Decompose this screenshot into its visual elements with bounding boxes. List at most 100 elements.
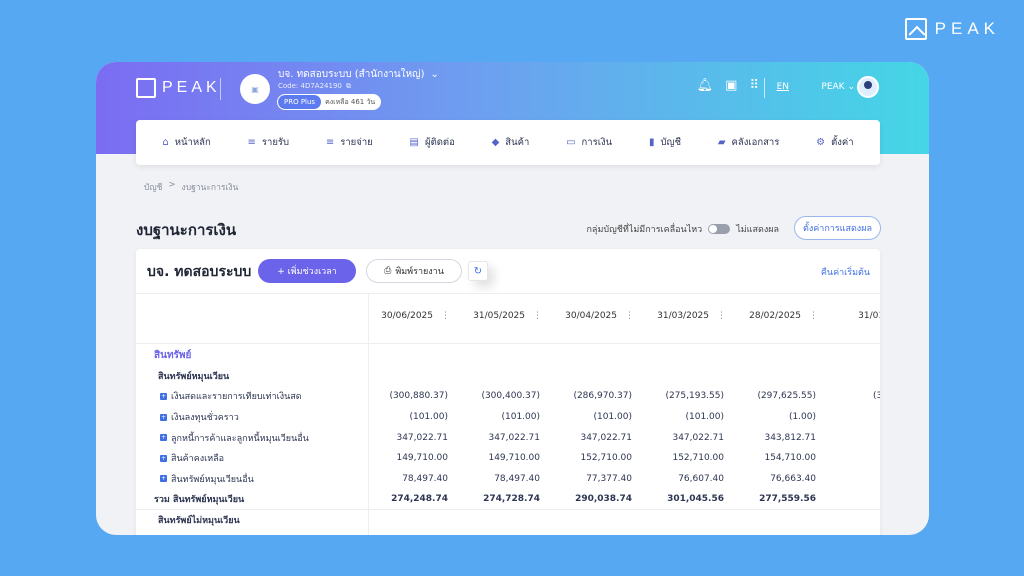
user-name: PEAK <box>821 82 845 92</box>
avatar[interactable] <box>857 76 879 98</box>
copy-icon[interactable]: ⧉ <box>346 82 351 91</box>
date-column-header[interactable]: 31/05/2025 ⋮ <box>460 311 552 321</box>
table-cell[interactable]: 343,812.71 <box>736 433 828 443</box>
main-navigation: ⌂ หน้าหลัก ≡ รายรับ ≡ รายจ่าย ▤ ผู้ติดต่อ ◆ ส… <box>136 120 880 165</box>
date-column-header[interactable]: 31/01/2025 <box>828 311 880 321</box>
language-switch[interactable]: EN <box>777 82 789 92</box>
table-cell[interactable]: 290,038.74 <box>552 494 644 504</box>
refresh-button[interactable]: ↻ <box>468 261 488 281</box>
nav-item-documents[interactable]: ▰ คลังเอกสาร <box>718 135 779 150</box>
plan-badge[interactable]: PRO Plus คงเหลือ 461 วัน <box>277 94 381 110</box>
user-menu[interactable]: PEAK ⌄ <box>821 82 855 92</box>
table-cell[interactable]: (300,400.37) <box>460 391 552 401</box>
company-code: Code: 4D7A24190 ⧉ <box>278 82 351 91</box>
chevron-down-icon: ⌄ <box>430 69 439 80</box>
header-row-border <box>136 343 880 344</box>
table-cell[interactable]: 76,607.40 <box>644 474 736 484</box>
table-cell[interactable]: (300,880.37) <box>368 391 460 401</box>
nav-item-contacts[interactable]: ▤ ผู้ติดต่อ <box>410 135 455 150</box>
table-row: 149,710.00 149,710.00 152,710.00 152,710.00… <box>368 448 880 469</box>
nav-item-home[interactable]: ⌂ หน้าหลัก <box>162 135 210 150</box>
expand-icon[interactable]: + <box>160 475 167 483</box>
inactive-accounts-toggle[interactable] <box>708 224 731 234</box>
table-cell[interactable]: 238,3 <box>828 494 881 504</box>
expand-icon[interactable]: + <box>160 413 167 421</box>
table-cell[interactable]: 152,710.00 <box>552 453 644 463</box>
table-cell[interactable]: 78,497.40 <box>460 474 552 484</box>
table-cell[interactable]: 78,497.40 <box>368 474 460 484</box>
table-cell[interactable]: 274,248.74 <box>368 494 460 504</box>
nav-item-expense[interactable]: ≡ รายจ่าย <box>326 135 373 150</box>
accounting-icon: ▮ <box>648 137 655 148</box>
expand-icon[interactable]: + <box>160 392 167 400</box>
table-row-label[interactable]: + สินค้าคงเหลือ <box>136 448 368 469</box>
table-row-label[interactable]: + เงินสดและรายการเทียบเท่าเงินสด <box>136 386 368 407</box>
table-cell[interactable]: 301,045.56 <box>644 494 736 504</box>
table-cell[interactable]: (101.00) <box>460 412 552 422</box>
table-cell[interactable]: 76,663.40 <box>736 474 828 484</box>
table-cell[interactable]: 277,559.56 <box>736 494 828 504</box>
table-cell[interactable]: 274,728.74 <box>460 494 552 504</box>
table-cell[interactable]: 347,022.71 <box>552 433 644 443</box>
column-menu-icon[interactable]: ⋮ <box>441 311 450 321</box>
outer-brand-name: PEAK <box>934 19 1000 38</box>
print-label: พิมพ์รายงาน <box>395 267 444 277</box>
date-label: 30/06/2025 <box>381 311 433 321</box>
date-column-header[interactable]: 28/02/2025 ⋮ <box>736 311 828 321</box>
print-report-button[interactable]: ⎙ พิมพ์รายงาน <box>366 259 462 283</box>
bell-icon[interactable]: 🔔︎ <box>697 78 714 93</box>
nav-item-settings[interactable]: ⚙ ตั้งค่า <box>816 135 853 150</box>
table-row <box>368 510 880 531</box>
display-settings-button[interactable]: ตั้งค่าการแสดงผล <box>794 216 881 240</box>
date-column-header[interactable]: 30/06/2025 ⋮ <box>368 311 460 321</box>
table-row-label[interactable]: + ลูกหนี้การค้าและลูกหนี้หมุนเวียนอื่น <box>136 427 368 448</box>
company-avatar[interactable]: ▣ <box>240 74 270 104</box>
table-cell[interactable]: (338,82 <box>828 391 880 401</box>
table-cell[interactable]: 347,022.71 <box>644 433 736 443</box>
date-label: 30/04/2025 <box>565 311 617 321</box>
table-cell[interactable]: (297,625.55) <box>736 391 828 401</box>
add-period-button[interactable]: + เพิ่มช่วงเวลา <box>258 259 356 283</box>
table-cell[interactable]: (286,970.37) <box>552 391 644 401</box>
table-cell[interactable]: 347,022.71 <box>368 433 460 443</box>
table-row-label[interactable]: + เงินลงทุนชั่วคราว <box>136 407 368 428</box>
table-cell[interactable]: 154,710.00 <box>736 453 828 463</box>
reset-defaults-link[interactable]: คืนค่าเริ่มต้น <box>821 265 870 279</box>
date-column-header[interactable]: 30/04/2025 ⋮ <box>552 311 644 321</box>
table-cell[interactable]: (1.00) <box>736 412 828 422</box>
table-cell[interactable]: 152,710.00 <box>644 453 736 463</box>
company-switcher[interactable]: บจ. ทดสอบระบบ (สำนักงานใหญ่) ⌄ <box>278 67 439 82</box>
apps-grid-icon[interactable]: ⠿ <box>749 78 759 93</box>
nav-item-finance[interactable]: ▭ การเงิน <box>566 135 612 150</box>
row-label: สินทรัพย์หมุนเวียนอื่น <box>171 474 254 485</box>
breadcrumb-parent[interactable]: บัญชี <box>144 180 162 194</box>
nav-item-accounting[interactable]: ▮ บัญชี <box>649 135 681 150</box>
table-cell[interactable]: 76,6 <box>828 474 880 484</box>
contacts-icon: ▤ <box>409 137 419 148</box>
column-menu-icon[interactable]: ⋮ <box>717 311 726 321</box>
table-cell[interactable]: 343,8 <box>828 433 880 443</box>
table-cell[interactable]: 77,377.40 <box>552 474 644 484</box>
nav-item-products[interactable]: ◆ สินค้า <box>492 135 530 150</box>
column-menu-icon[interactable]: ⋮ <box>533 311 542 321</box>
column-menu-icon[interactable]: ⋮ <box>625 311 634 321</box>
table-cell[interactable]: 156,7 <box>828 453 880 463</box>
table-cell[interactable]: (275,193.55) <box>644 391 736 401</box>
table-cell[interactable]: (101.00) <box>368 412 460 422</box>
table-cell[interactable]: 347,022.71 <box>460 433 552 443</box>
table-cell[interactable]: (101.00) <box>644 412 736 422</box>
expand-icon[interactable]: + <box>160 434 167 442</box>
nav-item-income[interactable]: ≡ รายรับ <box>248 135 290 150</box>
contact-book-icon[interactable]: ▣ <box>725 78 737 93</box>
table-row <box>368 345 880 366</box>
column-menu-icon[interactable]: ⋮ <box>809 311 818 321</box>
app-logo[interactable]: PEAK <box>136 78 221 98</box>
table-row-label[interactable]: + สินทรัพย์หมุนเวียนอื่น <box>136 469 368 490</box>
table-cell[interactable]: (101.00) <box>552 412 644 422</box>
date-column-header[interactable]: 31/03/2025 ⋮ <box>644 311 736 321</box>
table-cell[interactable]: 149,710.00 <box>368 453 460 463</box>
table-cell[interactable]: 149,710.00 <box>460 453 552 463</box>
report-company-name: บจ. ทดสอบระบบ <box>147 264 252 280</box>
expand-icon[interactable]: + <box>160 454 167 462</box>
finance-icon: ▭ <box>566 137 576 148</box>
